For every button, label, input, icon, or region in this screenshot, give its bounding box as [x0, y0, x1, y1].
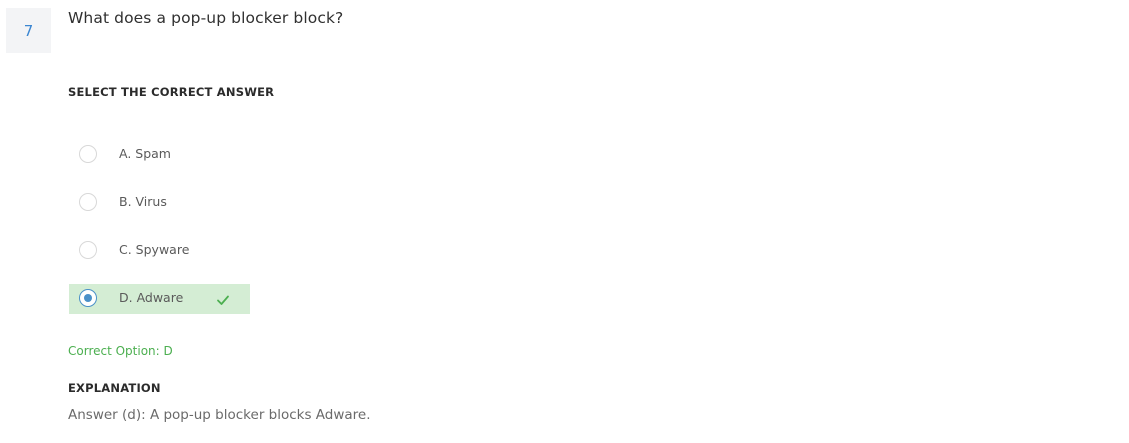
- option-b-label: B. Virus: [119, 194, 167, 209]
- question-text: What does a pop-up blocker block?: [68, 9, 344, 27]
- option-a[interactable]: A. Spam: [69, 140, 250, 170]
- correct-option-text: Correct Option: D: [68, 344, 173, 358]
- checkmark-icon: [217, 295, 229, 305]
- radio-button-b[interactable]: [79, 193, 97, 211]
- option-d[interactable]: D. Adware: [69, 284, 250, 314]
- radio-button-c[interactable]: [79, 241, 97, 259]
- explanation-text: Answer (d): A pop-up blocker blocks Adwa…: [68, 407, 371, 423]
- explanation-heading: EXPLANATION: [68, 381, 161, 395]
- option-c[interactable]: C. Spyware: [69, 236, 250, 266]
- radio-button-a[interactable]: [79, 145, 97, 163]
- radio-button-d[interactable]: [79, 289, 97, 307]
- option-a-label: A. Spam: [119, 146, 171, 161]
- select-answer-heading: SELECT THE CORRECT ANSWER: [68, 85, 275, 99]
- option-d-label: D. Adware: [119, 290, 184, 305]
- radio-selected-dot: [83, 293, 92, 302]
- option-b[interactable]: B. Virus: [69, 188, 250, 218]
- option-c-label: C. Spyware: [119, 242, 190, 257]
- question-number: 7: [6, 8, 51, 53]
